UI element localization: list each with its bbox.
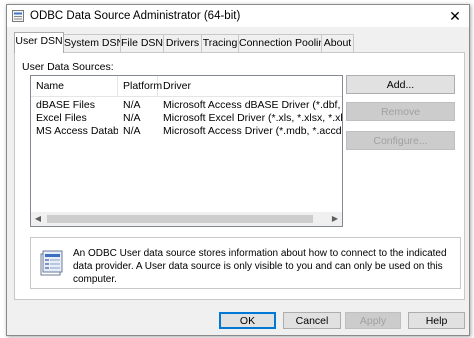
title-bar: ODBC Data Source Administrator (64-bit) … — [7, 5, 469, 27]
info-box: An ODBC User data source stores informat… — [30, 237, 461, 289]
column-header-platform[interactable]: Platform — [118, 76, 162, 96]
ok-button[interactable]: OK — [219, 312, 276, 329]
remove-button[interactable]: Remove — [346, 102, 455, 121]
tab-user-dsn[interactable]: User DSN — [14, 32, 64, 53]
tab-file-dsn[interactable]: File DSN — [120, 34, 164, 52]
column-header-name[interactable]: Name — [31, 76, 118, 96]
close-icon[interactable]: ✕ — [441, 5, 469, 27]
row-platform: N/A — [123, 99, 141, 111]
cancel-button[interactable]: Cancel — [283, 312, 341, 329]
row-platform: N/A — [123, 125, 141, 137]
scroll-left-icon[interactable]: ◀ — [31, 212, 45, 226]
odbc-window: ODBC Data Source Administrator (64-bit) … — [6, 4, 470, 336]
add-button[interactable]: Add... — [346, 75, 455, 94]
row-driver: Microsoft Access Driver (*.mdb, *.accdb) — [163, 125, 342, 137]
scroll-right-icon[interactable]: ▶ — [328, 212, 342, 226]
row-platform: N/A — [123, 112, 141, 124]
odbc-app-icon — [12, 10, 24, 22]
tab-tracing[interactable]: Tracing — [201, 34, 239, 52]
configure-button[interactable]: Configure... — [346, 131, 455, 150]
apply-button[interactable]: Apply — [345, 312, 401, 329]
tab-system-dsn[interactable]: System DSN — [63, 34, 124, 52]
tab-connection-pooling[interactable]: Connection Pooling — [238, 34, 330, 52]
list-row[interactable]: MS Access Database N/A Microsoft Access … — [31, 125, 342, 138]
list-row[interactable]: Excel Files N/A Microsoft Excel Driver (… — [31, 112, 342, 125]
row-name: dBASE Files — [36, 99, 95, 111]
list-row[interactable]: dBASE Files N/A Microsoft Access dBASE D… — [31, 99, 342, 112]
row-name: Excel Files — [36, 112, 87, 124]
scroll-thumb[interactable] — [47, 215, 313, 223]
tab-drivers[interactable]: Drivers — [163, 34, 202, 52]
column-header-driver[interactable]: Driver — [158, 76, 342, 96]
row-driver: Microsoft Access dBASE Driver (*.dbf, *.… — [163, 99, 342, 111]
data-source-info-icon — [40, 250, 63, 276]
user-data-sources-label: User Data Sources: — [22, 61, 114, 73]
list-header: Name Platform Driver — [31, 76, 342, 97]
row-name: MS Access Database — [36, 125, 118, 137]
user-data-sources-list[interactable]: Name Platform Driver dBASE Files N/A Mic… — [30, 75, 343, 227]
horizontal-scrollbar[interactable]: ◀ ▶ — [31, 212, 342, 226]
tab-about[interactable]: About — [321, 34, 354, 52]
window-title: ODBC Data Source Administrator (64-bit) — [30, 10, 241, 22]
info-description: An ODBC User data source stores informat… — [73, 248, 447, 285]
help-button[interactable]: Help — [408, 312, 465, 329]
row-driver: Microsoft Excel Driver (*.xls, *.xlsx, *… — [163, 112, 342, 124]
